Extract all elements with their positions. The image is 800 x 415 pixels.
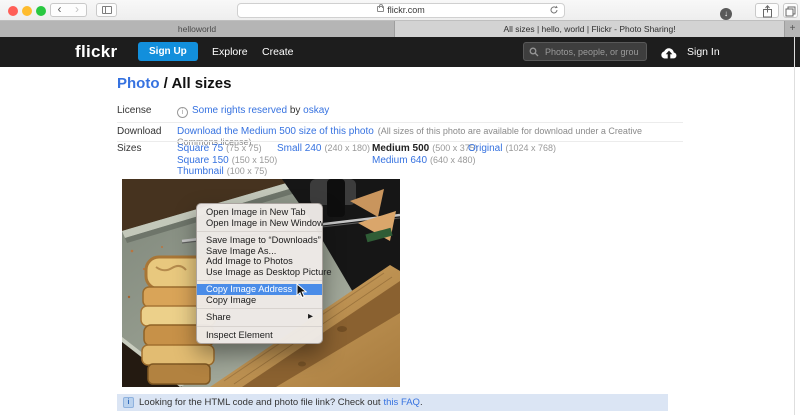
license-row: License i Some rights reserved by oskay bbox=[117, 105, 683, 120]
forward-button[interactable]: › bbox=[68, 3, 87, 17]
menu-item-inspect-element[interactable]: Inspect Element bbox=[197, 330, 322, 341]
info-square-icon: i bbox=[123, 397, 134, 408]
share-button[interactable] bbox=[755, 3, 779, 18]
sign-up-button[interactable]: Sign Up bbox=[138, 42, 198, 61]
size-original-link[interactable]: Original bbox=[468, 143, 502, 154]
menu-item-add-image-to-photos[interactable]: Add Image to Photos bbox=[197, 256, 322, 267]
size-medium500-current: Medium 500(500 x 375) bbox=[372, 143, 478, 155]
size-dims: (240 x 180) bbox=[324, 143, 370, 153]
size-square150: Square 150(150 x 150) bbox=[177, 155, 277, 167]
sidebar-toggle-button[interactable] bbox=[96, 3, 117, 17]
menu-separator bbox=[197, 231, 322, 232]
size-dims: (75 x 75) bbox=[226, 143, 262, 153]
flickr-logo[interactable]: flickr bbox=[75, 37, 117, 67]
mouse-cursor bbox=[296, 283, 307, 304]
faq-link[interactable]: this FAQ bbox=[384, 397, 420, 408]
size-medium500-label: Medium 500 bbox=[372, 143, 429, 154]
download-row: Download Download the Medium 500 size of… bbox=[117, 126, 683, 140]
menu-item-save-image-as[interactable]: Save Image As... bbox=[197, 246, 322, 257]
size-original: Original(1024 x 768) bbox=[468, 143, 556, 155]
sizes-label: Sizes bbox=[117, 143, 177, 154]
size-dims: (150 x 150) bbox=[232, 155, 278, 165]
flickr-navbar: flickr Sign Up Explore Create Sign In bbox=[0, 37, 800, 67]
nav-explore-link[interactable]: Explore bbox=[212, 37, 248, 67]
downloads-icon: ↓ bbox=[720, 8, 732, 20]
search-input[interactable] bbox=[543, 46, 641, 58]
breadcrumb-separator: / bbox=[160, 75, 172, 92]
tab-helloworld[interactable]: helloworld bbox=[0, 21, 395, 37]
lock-icon bbox=[377, 6, 384, 12]
tab-all-sizes[interactable]: All sizes | hello, world | Flickr - Phot… bbox=[395, 21, 784, 37]
close-window-button[interactable] bbox=[8, 6, 18, 16]
faq-text: Looking for the HTML code and photo file… bbox=[139, 397, 381, 408]
menu-item-share[interactable]: ▶ Share bbox=[197, 312, 322, 323]
size-small240: Small 240(240 x 180) bbox=[277, 143, 370, 155]
size-thumbnail-link[interactable]: Thumbnail bbox=[177, 166, 224, 177]
menu-separator bbox=[197, 308, 322, 309]
info-icon: i bbox=[177, 107, 188, 118]
menu-item-share-label: Share bbox=[206, 312, 231, 322]
breadcrumb: Photo / All sizes bbox=[117, 75, 231, 92]
new-tab-button[interactable]: + bbox=[784, 21, 800, 37]
download-medium500-link[interactable]: Download the Medium 500 size of this pho… bbox=[177, 126, 374, 137]
tabs-icon bbox=[785, 6, 796, 17]
menu-item-open-image-new-tab[interactable]: Open Image in New Tab bbox=[197, 207, 322, 218]
menu-item-open-image-new-window[interactable]: Open Image in New Window bbox=[197, 218, 322, 229]
downloads-button[interactable]: ↓ bbox=[714, 3, 738, 18]
search-box[interactable] bbox=[523, 42, 647, 61]
size-small240-link[interactable]: Small 240 bbox=[277, 143, 321, 154]
page-title: All sizes bbox=[171, 75, 231, 92]
license-link[interactable]: Some rights reserved bbox=[192, 105, 287, 116]
sidebar-icon bbox=[102, 6, 112, 14]
row-divider bbox=[117, 141, 683, 142]
tab-overview-button[interactable] bbox=[783, 3, 798, 18]
size-square75-link[interactable]: Square 75 bbox=[177, 143, 223, 154]
context-menu: Open Image in New Tab Open Image in New … bbox=[196, 203, 323, 344]
license-by-text: by bbox=[290, 105, 301, 116]
size-dims: (1024 x 768) bbox=[505, 143, 556, 153]
reload-icon bbox=[549, 5, 559, 15]
size-dims: (100 x 75) bbox=[227, 166, 268, 176]
size-thumbnail: Thumbnail(100 x 75) bbox=[177, 166, 277, 178]
menu-separator bbox=[197, 326, 322, 327]
faq-period: . bbox=[420, 397, 423, 408]
license-label: License bbox=[117, 105, 177, 116]
minimize-window-button[interactable] bbox=[22, 6, 32, 16]
cloud-upload-icon[interactable] bbox=[660, 46, 678, 64]
size-medium640-link[interactable]: Medium 640 bbox=[372, 155, 427, 166]
submenu-arrow-icon: ▶ bbox=[308, 312, 313, 323]
menu-separator bbox=[197, 280, 322, 281]
zoom-window-button[interactable] bbox=[36, 6, 46, 16]
menu-item-use-image-as-desktop-picture[interactable]: Use Image as Desktop Picture bbox=[197, 267, 322, 278]
menu-item-save-image-to-downloads[interactable]: Save Image to “Downloads” bbox=[197, 235, 322, 246]
row-divider bbox=[117, 122, 683, 123]
size-square75: Square 75(75 x 75) bbox=[177, 143, 277, 155]
browser-titlebar: ‹ › flickr.com ↓ bbox=[0, 0, 800, 21]
address-bar[interactable]: flickr.com bbox=[237, 3, 565, 18]
license-owner-link[interactable]: oskay bbox=[303, 105, 329, 116]
size-dims: (640 x 480) bbox=[430, 155, 476, 165]
tab-bar: helloworld All sizes | hello, world | Fl… bbox=[0, 21, 800, 37]
size-square150-link[interactable]: Square 150 bbox=[177, 155, 229, 166]
share-icon bbox=[762, 5, 773, 18]
size-medium640: Medium 640(640 x 480) bbox=[372, 155, 478, 167]
reload-button[interactable] bbox=[549, 5, 559, 19]
url-text: flickr.com bbox=[387, 5, 425, 15]
breadcrumb-photo-link[interactable]: Photo bbox=[117, 75, 160, 92]
faq-info-bar: i Looking for the HTML code and photo fi… bbox=[117, 394, 668, 411]
download-label: Download bbox=[117, 126, 177, 137]
scrollbar-track[interactable] bbox=[794, 37, 795, 415]
search-icon bbox=[529, 47, 539, 57]
sign-in-link[interactable]: Sign In bbox=[687, 37, 720, 67]
back-button[interactable]: ‹ bbox=[50, 3, 69, 17]
nav-create-link[interactable]: Create bbox=[262, 37, 294, 67]
